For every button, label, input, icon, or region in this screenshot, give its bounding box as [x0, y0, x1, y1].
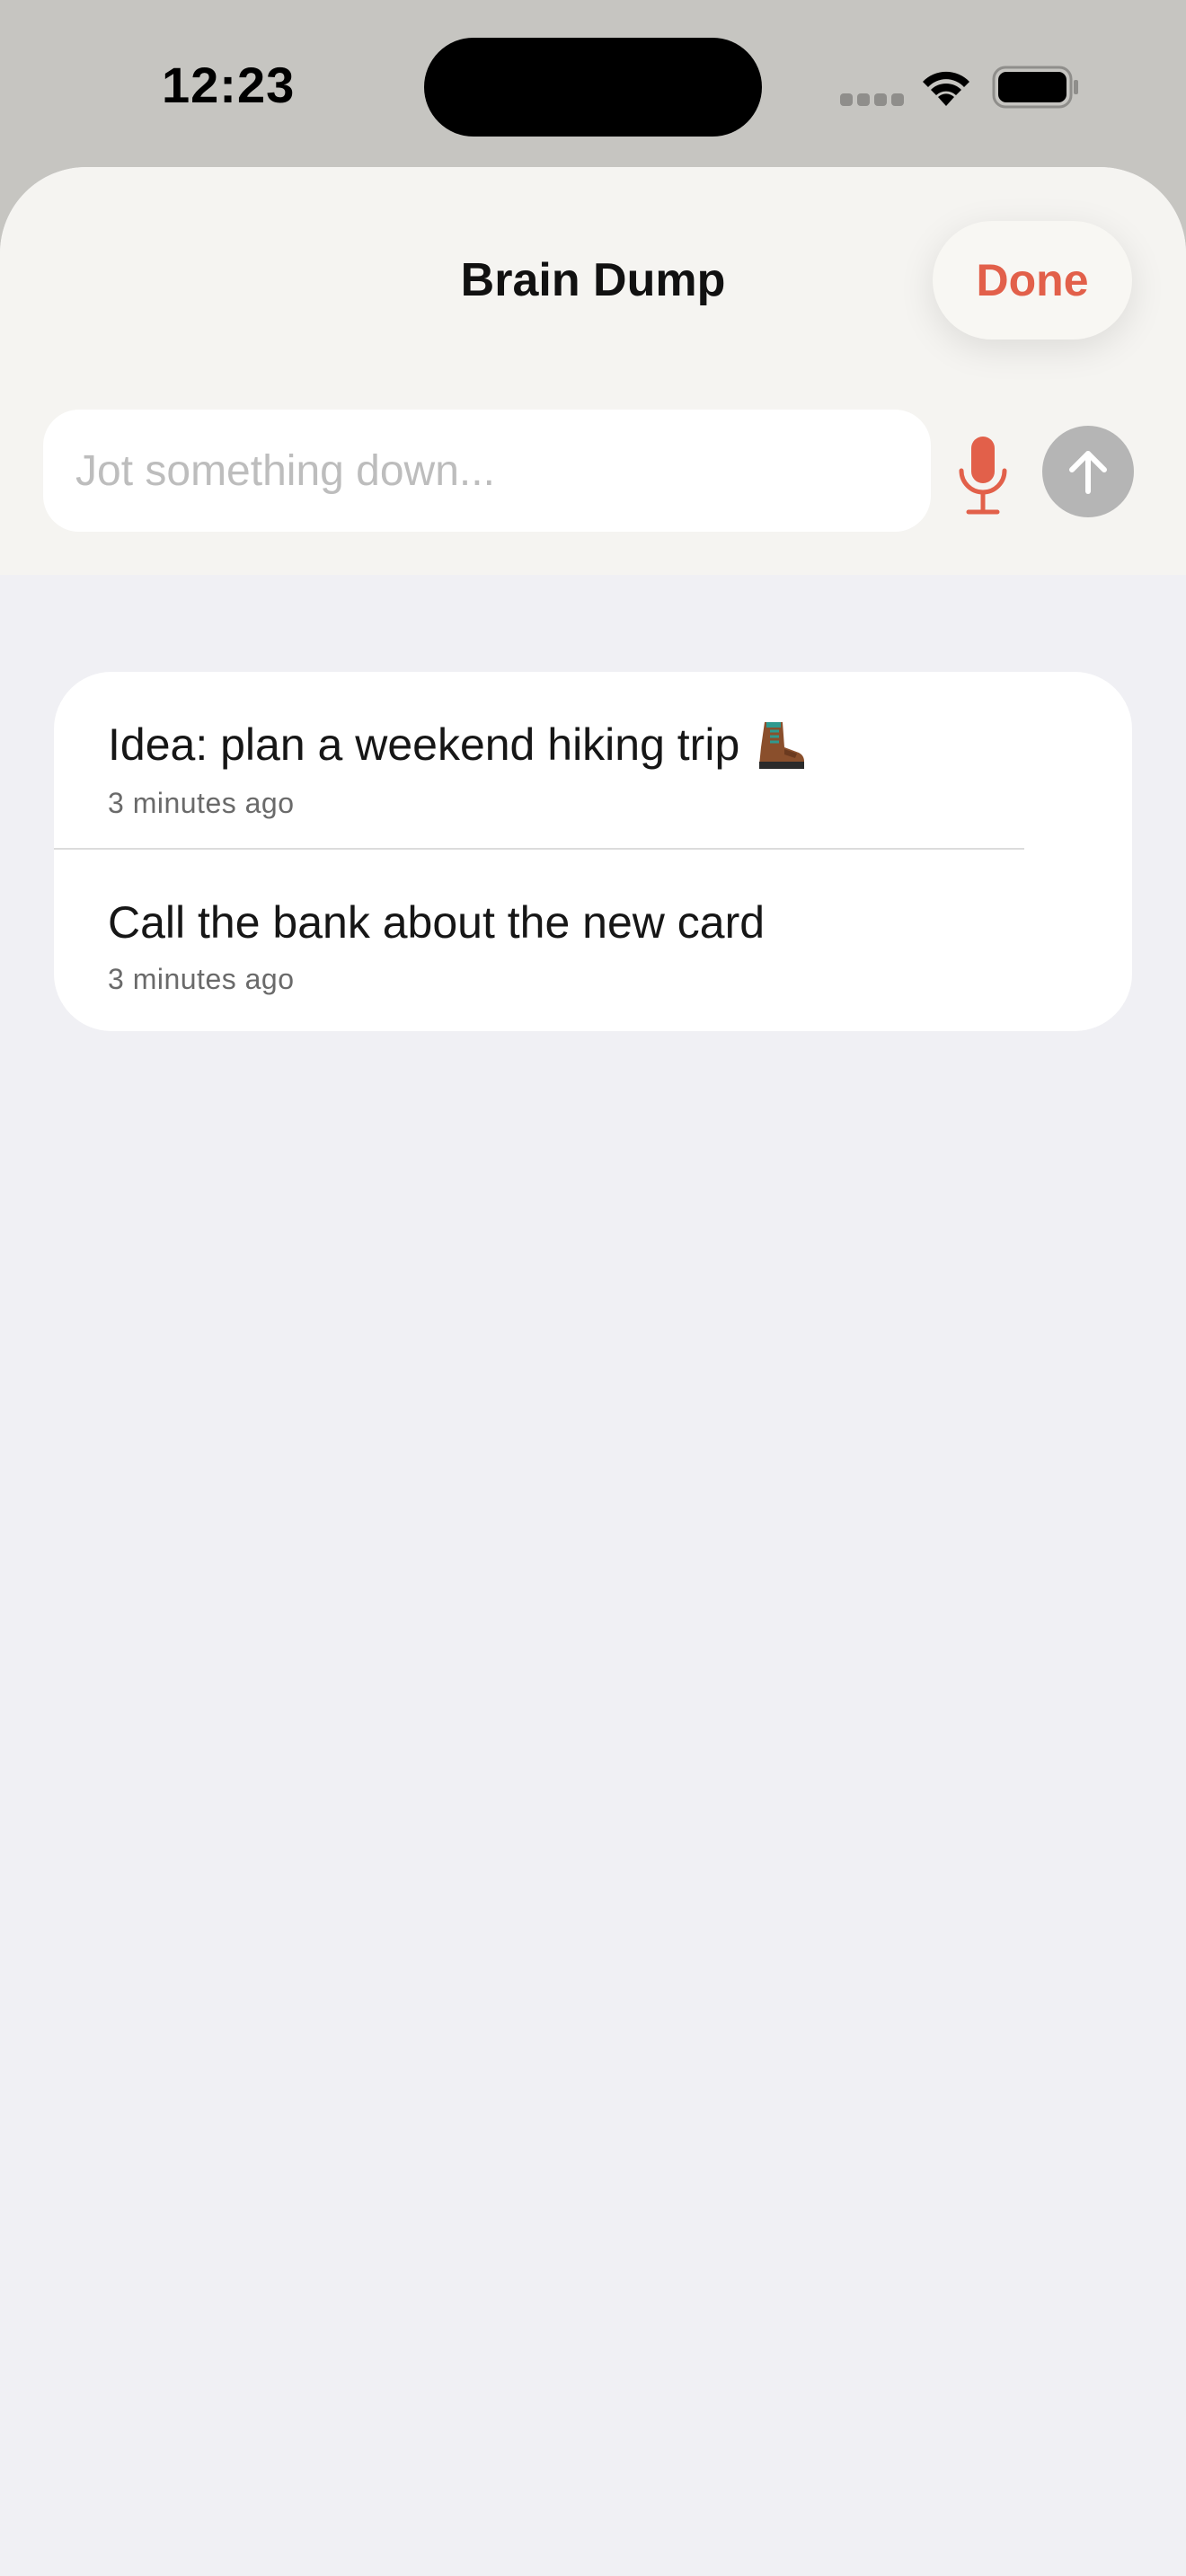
microphone-icon[interactable]: [956, 435, 1010, 517]
cellular-signal-icon: [840, 93, 904, 106]
status-time: 12:23: [162, 57, 296, 113]
note-input[interactable]: [75, 410, 931, 532]
send-button[interactable]: [1042, 426, 1134, 517]
note-timestamp: 3 minutes ago: [108, 787, 295, 819]
list-item[interactable]: Call the bank about the new card 3 minut…: [108, 896, 1078, 996]
note-timestamp: 3 minutes ago: [108, 963, 295, 995]
list-item[interactable]: Idea: plan a weekend hiking trip 3 minut…: [108, 717, 1078, 820]
notes-list: Idea: plan a weekend hiking trip 3 minut…: [54, 672, 1132, 1031]
arrow-up-icon: [1069, 451, 1107, 494]
screen: 12:23 Brain Dump Done Jot something down…: [0, 0, 1186, 2576]
note-text: Idea: plan a weekend hiking trip: [108, 719, 740, 770]
divider: [54, 848, 1024, 850]
brain-dump-sheet: Brain Dump Done Idea:: [0, 167, 1186, 2576]
dynamic-island: [424, 38, 762, 137]
battery-icon: [992, 66, 1078, 109]
note-input-field[interactable]: [43, 410, 931, 532]
note-text: Call the bank about the new card: [108, 897, 766, 948]
done-button[interactable]: Done: [933, 221, 1132, 340]
status-bar: 12:23: [0, 0, 1186, 167]
hiking-boot-icon: [759, 722, 805, 769]
sheet-header: Brain Dump Done: [0, 167, 1186, 575]
note-text-row: Idea: plan a weekend hiking trip: [108, 717, 1078, 772]
wifi-icon: [923, 71, 969, 106]
